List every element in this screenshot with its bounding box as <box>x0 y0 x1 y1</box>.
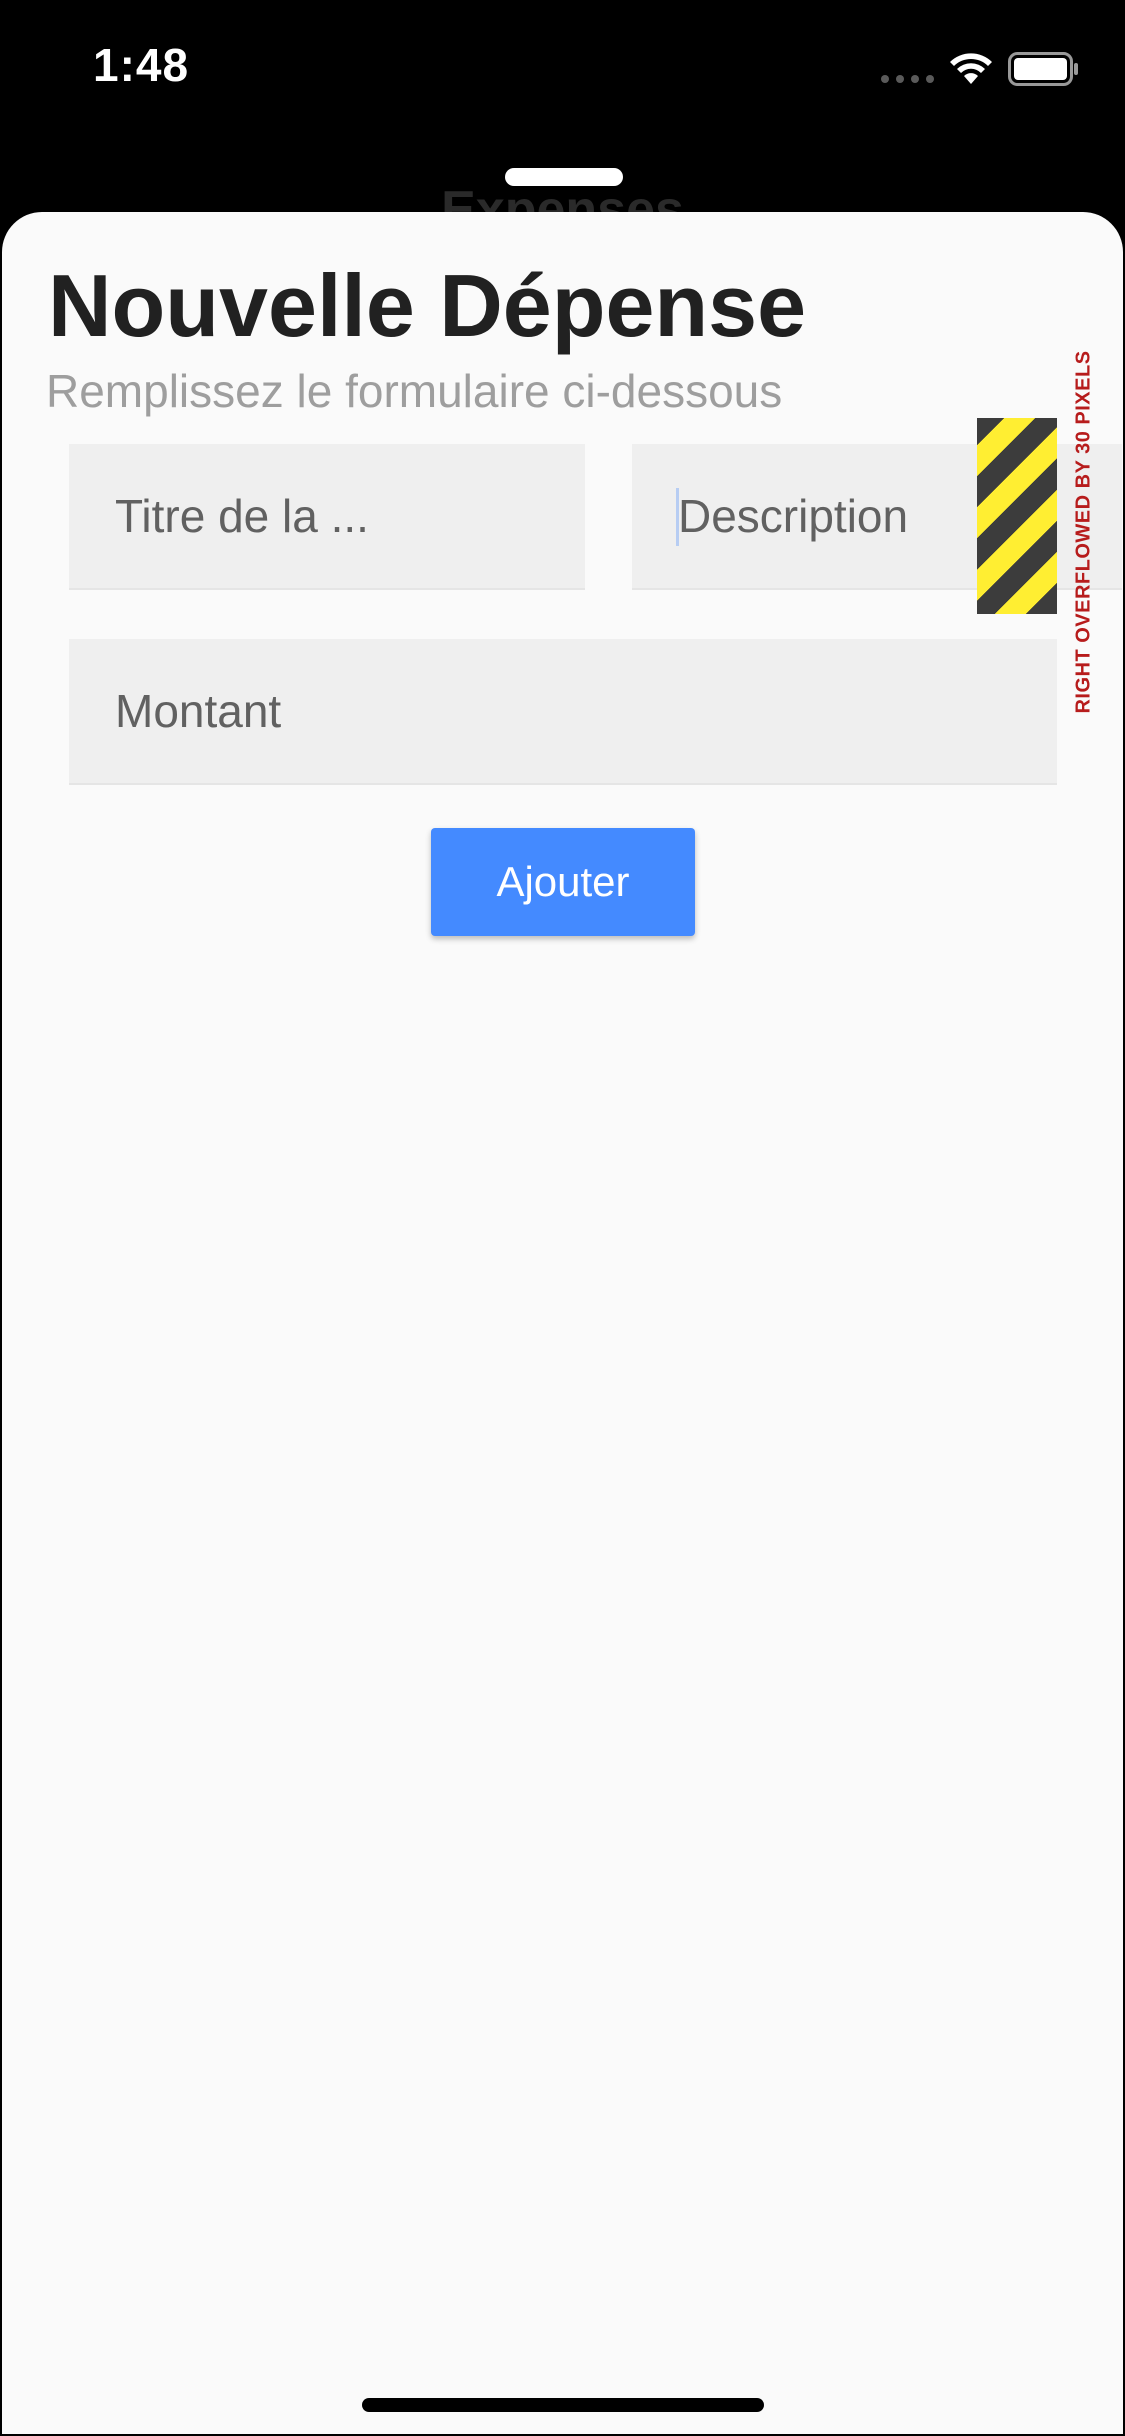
add-expense-button[interactable]: Ajouter <box>431 828 695 936</box>
amount-input[interactable] <box>69 639 1057 783</box>
overflow-warning-text: RIGHT OVERFLOWED BY 30 PIXELS <box>1072 350 1095 714</box>
battery-icon <box>1008 52 1078 86</box>
new-expense-sheet: Nouvelle Dépense Remplissez le formulair… <box>2 212 1123 2434</box>
expense-title-input[interactable] <box>69 444 585 588</box>
home-indicator[interactable] <box>362 2398 764 2412</box>
overflow-warning: RIGHT OVERFLOWED BY 30 PIXELS <box>1072 322 1096 742</box>
wifi-icon <box>950 53 992 84</box>
sheet-grabber-handle[interactable] <box>505 168 623 186</box>
signal-dots-icon <box>881 75 934 83</box>
sheet-subtitle: Remplissez le formulaire ci-dessous <box>46 365 783 417</box>
status-time: 1:48 <box>93 39 190 91</box>
sheet-title: Nouvelle Dépense <box>48 256 807 355</box>
expense-title-field[interactable] <box>69 444 585 590</box>
overflow-warning-stripes <box>977 418 1057 614</box>
status-bar: 1:48 <box>0 0 1125 140</box>
amount-field[interactable] <box>69 639 1057 785</box>
